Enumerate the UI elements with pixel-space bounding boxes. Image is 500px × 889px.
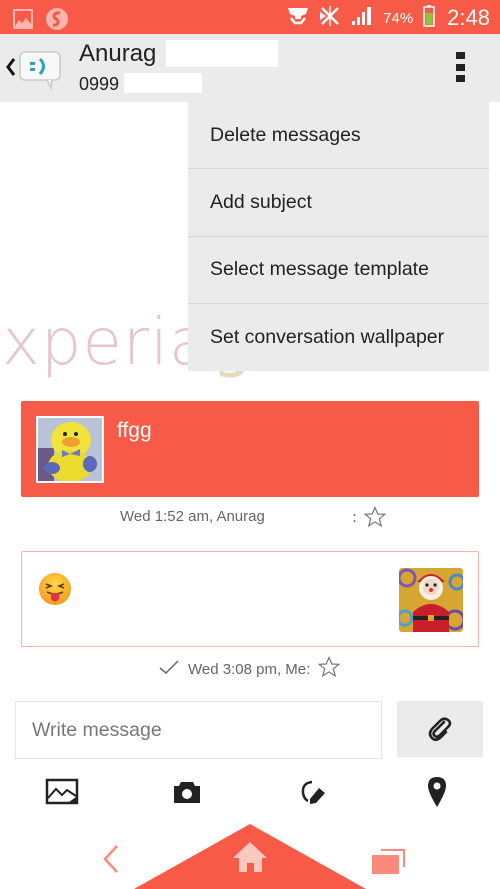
messaging-screen: 74% 2:48 Anurag 0999 xperia guide .COM D… — [0, 0, 500, 889]
tongue-out-emoji — [38, 572, 72, 606]
messaging-app-icon[interactable] — [19, 50, 61, 91]
duck-toy-image — [38, 418, 102, 482]
contact-number: 0999 — [79, 74, 120, 94]
gallery-notification-icon — [13, 9, 33, 33]
nav-home-button[interactable] — [231, 840, 269, 874]
message-input[interactable] — [15, 701, 382, 759]
take-photo-button[interactable] — [170, 775, 204, 809]
usb-debug-icon — [287, 6, 309, 30]
attachment-toolbar — [0, 775, 500, 809]
data-transfer-off-icon — [319, 5, 341, 31]
message-timestamp: Wed 3:08 pm, Me: — [188, 660, 311, 678]
paperclip-icon — [428, 717, 452, 742]
battery-icon — [423, 5, 435, 31]
back-icon — [103, 845, 118, 873]
share-location-button[interactable] — [420, 775, 454, 809]
camera-icon — [174, 782, 200, 803]
contact-avatar[interactable] — [36, 416, 104, 483]
battery-percent: 74% — [383, 9, 414, 27]
up-navigation-button[interactable] — [5, 56, 17, 78]
image-attachment[interactable] — [399, 568, 463, 632]
menu-item-set-conversation-wallpaper[interactable]: Set conversation wallpaper — [188, 304, 489, 371]
picture-icon — [45, 778, 79, 805]
nav-back-button[interactable] — [100, 842, 124, 876]
menu-item-delete-messages[interactable]: Delete messages — [188, 102, 489, 170]
attach-button[interactable] — [397, 701, 483, 757]
sketch-button[interactable] — [296, 775, 330, 809]
redacted-number-block — [124, 73, 202, 93]
location-pin-icon — [428, 777, 446, 807]
watermark-brand-left: xperia — [2, 306, 210, 380]
message-meta-separator: : — [352, 508, 358, 526]
sketch-icon — [301, 780, 325, 804]
outgoing-message-meta: Wed 3:08 pm, Me: — [158, 655, 341, 682]
delivered-check-icon — [158, 659, 180, 679]
contact-name: Anurag — [79, 40, 157, 67]
star-icon[interactable] — [317, 655, 341, 682]
navigation-bar — [0, 812, 500, 889]
star-icon[interactable] — [363, 505, 387, 528]
santa-doll-image — [399, 568, 463, 632]
message-timestamp: Wed 1:52 am, Anurag — [120, 508, 265, 525]
redacted-name-block — [166, 40, 278, 67]
message-text: ffgg — [117, 419, 152, 442]
recent-apps-icon — [372, 849, 405, 874]
menu-item-select-message-template[interactable]: Select message template — [188, 237, 489, 304]
status-bar: 74% 2:48 — [0, 0, 500, 34]
chevron-left-icon — [6, 58, 16, 76]
insert-picture-button[interactable] — [45, 775, 79, 809]
overflow-menu-icon[interactable] — [456, 52, 466, 82]
menu-item-add-subject[interactable]: Add subject — [188, 169, 489, 237]
action-bar: Anurag 0999 — [0, 34, 500, 102]
home-icon — [233, 842, 267, 872]
clock: 2:48 — [447, 5, 490, 30]
incoming-message-bubble[interactable]: ffgg — [21, 401, 479, 497]
swiftkey-icon — [45, 7, 69, 35]
signal-icon — [351, 6, 373, 30]
overflow-menu: Delete messages Add subject Select messa… — [188, 102, 489, 371]
outgoing-message-bubble[interactable] — [21, 551, 479, 647]
nav-recent-apps-button[interactable] — [370, 848, 406, 876]
